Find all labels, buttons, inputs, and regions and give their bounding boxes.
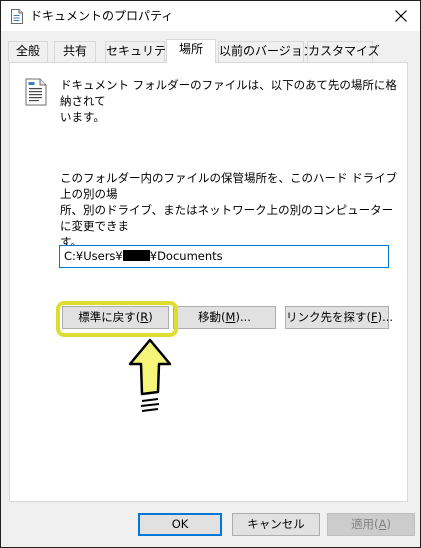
close-button[interactable] (382, 1, 420, 31)
title-bar: ドキュメントのプロパティ (1, 1, 420, 31)
info-line: 所、別のドライブ、またはネットワーク上の別のコンピューターに変更できま (60, 203, 394, 233)
find-target-button[interactable]: リンク先を探す(F)... (285, 306, 393, 329)
move-button[interactable]: 移動(M)... (173, 306, 276, 329)
path-suffix: ¥Documents (149, 249, 223, 263)
description-line: います。 (60, 110, 105, 124)
accelerator-key: F (371, 310, 378, 324)
path-prefix: C:¥Users¥ (64, 249, 123, 263)
arrow-up-annotation-icon (128, 338, 172, 412)
tab-customize[interactable]: カスタマイズ (307, 41, 380, 62)
document-folder-icon (25, 78, 47, 106)
tab-general[interactable]: 全般 (8, 41, 48, 62)
redacted-username (122, 250, 150, 261)
button-text: OK (171, 517, 189, 531)
tab-label: 場所 (178, 42, 203, 56)
close-icon (395, 10, 407, 22)
info-line: このフォルダー内のファイルの保管場所を、このハード ドライブ上の別の場 (60, 171, 398, 201)
location-description: ドキュメント フォルダーのファイルは、以下のあて先の場所に格納されて います。 (60, 77, 400, 125)
window-title: ドキュメントのプロパティ (30, 9, 174, 23)
tab-label: 全般 (15, 44, 40, 58)
button-text-end: )... (235, 310, 251, 324)
button-text-end: ) (386, 517, 391, 531)
accelerator-key: M (225, 310, 236, 324)
tab-security[interactable]: セキュリティ (105, 41, 177, 62)
location-info: このフォルダー内のファイルの保管場所を、このハード ドライブ上の別の場 所、別の… (60, 170, 400, 250)
description-line: ドキュメント フォルダーのファイルは、以下のあて先の場所に格納されて (60, 78, 397, 108)
button-text: キャンセル (247, 517, 305, 531)
folder-path-input[interactable]: C:¥Users¥ ¥Documents (59, 245, 389, 268)
button-text: 適用( (351, 517, 379, 531)
tab-label: 共有 (62, 44, 87, 58)
document-icon (11, 9, 23, 24)
button-text-end: )... (377, 310, 394, 324)
button-text: 移動( (198, 310, 226, 324)
tab-label: 以前のバージョン (219, 44, 315, 58)
tab-sharing[interactable]: 共有 (54, 41, 96, 62)
highlight-annotation (56, 301, 178, 337)
location-panel: ドキュメント フォルダーのファイルは、以下のあて先の場所に格納されて います。 … (9, 62, 408, 502)
tab-previous-versions[interactable]: 以前のバージョン (218, 41, 315, 62)
ok-button[interactable]: OK (138, 513, 222, 536)
button-text: リンク先を探す( (286, 310, 371, 324)
tab-location[interactable]: 場所 (166, 39, 216, 63)
cancel-button[interactable]: キャンセル (232, 513, 320, 536)
apply-button[interactable]: 適用(A) (327, 513, 415, 536)
tab-label: カスタマイズ (308, 44, 380, 58)
dialog-body: 全般 共有 セキュリティ 場所 以前のバージョン カスタマイズ ドキュメント フ… (1, 31, 420, 547)
